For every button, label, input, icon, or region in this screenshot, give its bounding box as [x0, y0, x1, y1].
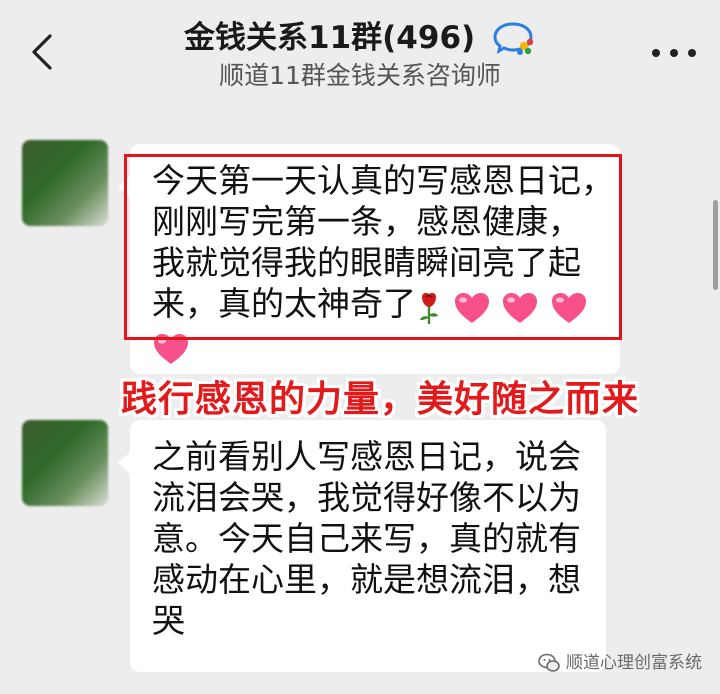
wechat-official-account-icon [538, 653, 560, 672]
sender-avatar[interactable] [22, 140, 108, 226]
message-line: 意。今天自己来写，真的就有 [152, 519, 581, 558]
chat-title-row: 金钱关系11群(496) [0, 14, 720, 58]
heart-emoji-icon [154, 333, 188, 364]
heart-emoji-icon [454, 292, 489, 323]
chat-subtitle: 顺道11群金钱关系咨询师 [219, 61, 501, 90]
watermark-text: 顺道心理创富系统 [566, 653, 702, 673]
message-line: 刚刚写完第一条，感恩健康， [152, 202, 581, 241]
message-line: 哭 [152, 601, 185, 640]
message-line: 感动在心里，就是想流泪，想 [152, 560, 581, 599]
overlay-caption: 践行感恩的力量，美好随之而来 [120, 378, 639, 420]
message-line: 来，真的太神奇了 [152, 284, 416, 323]
message-line: 流泪会哭，我觉得好像不以为 [152, 478, 581, 517]
scrollbar[interactable] [713, 200, 718, 290]
heart-emoji-icon [551, 292, 586, 323]
message-line-emoji [152, 326, 598, 367]
message-bubble[interactable]: 之前看别人写感恩日记，说会 流泪会哭，我觉得好像不以为 意。今天自己来写，真的就… [118, 420, 606, 672]
message-line: 我就觉得我的眼睛瞬间亮了起 [152, 243, 581, 282]
rose-emoji-icon [420, 292, 438, 324]
wecom-logo-icon [493, 21, 534, 55]
message-line: 今天第一天认真的写感恩日记， [152, 161, 614, 200]
message-line: 之前看别人写感恩日记，说会 [152, 437, 581, 476]
more-options-icon[interactable] [646, 38, 702, 68]
emoji-group [416, 285, 588, 326]
message-line-with-emoji: 来，真的太神奇了 [152, 283, 598, 326]
message-bubble[interactable]: 今天第一天认真的写感恩日记， 刚刚写完第一条，感恩健康， 我就觉得我的眼睛瞬间亮… [118, 144, 620, 374]
watermark: 顺道心理创富系统 [538, 650, 702, 676]
heart-emoji-icon [503, 292, 537, 323]
sender-avatar[interactable] [22, 420, 108, 506]
chat-title: 金钱关系11群(496) [184, 19, 476, 56]
chat-header: 金钱关系11群(496) 顺道11群金钱关系咨询师 [0, 0, 720, 100]
